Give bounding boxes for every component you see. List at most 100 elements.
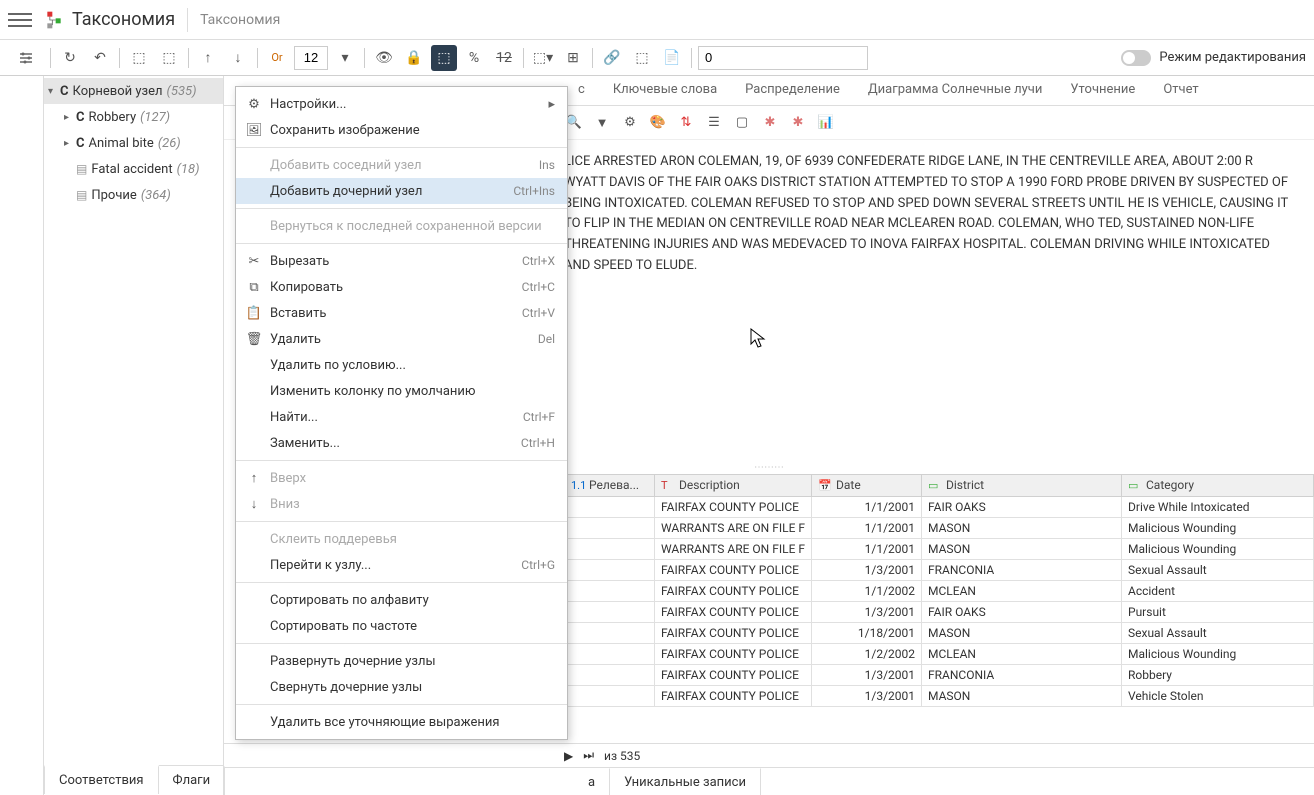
app-icon — [44, 10, 64, 30]
tree-node[interactable]: ▤Fatal accident(18) — [44, 156, 223, 182]
caret-down-icon[interactable]: ▾ — [48, 86, 60, 97]
switch-icon[interactable] — [1121, 50, 1151, 66]
percent-icon[interactable]: % — [461, 45, 487, 71]
arrow-up-icon[interactable]: ↑ — [195, 45, 221, 71]
context-menu-item[interactable]: 📋ВставитьCtrl+V — [236, 300, 567, 326]
star1-icon[interactable]: ✱ — [760, 113, 780, 133]
separator — [236, 243, 567, 244]
table-row[interactable]: FAIRFAX COUNTY POLICE1/3/2001FRANCONIARo… — [565, 665, 1314, 686]
context-menu-item[interactable]: Перейти к узлу...Ctrl+G — [236, 552, 567, 578]
paste-icon: 📋 — [244, 306, 264, 321]
table-row[interactable]: FAIRFAX COUNTY POLICE1/3/2001FRANCONIASe… — [565, 560, 1314, 581]
separator — [236, 704, 567, 705]
context-menu-item[interactable]: 🗑УдалитьDel — [236, 326, 567, 352]
table-row[interactable]: WARRANTS ARE ON FILE F1/1/2001MASONMalic… — [565, 539, 1314, 560]
add-doc-icon[interactable]: 📄 — [659, 45, 685, 71]
context-menu: ⚙Настройки...▸🖼Сохранить изображение Доба… — [235, 86, 568, 740]
table-row[interactable]: FAIRFAX COUNTY POLICE1/1/2002MCLEANAccid… — [565, 581, 1314, 602]
tab-report[interactable]: Отчет — [1149, 76, 1212, 105]
refresh-icon[interactable]: ↻ — [57, 45, 83, 71]
pager-last-icon[interactable]: ⏭ — [583, 748, 594, 763]
table-row[interactable]: FAIRFAX COUNTY POLICE1/2/2002MCLEANMalic… — [565, 644, 1314, 665]
table-row[interactable]: FAIRFAX COUNTY POLICE1/1/2001FAIR OAKSDr… — [565, 497, 1314, 518]
sort-icon[interactable]: ⇅ — [676, 113, 696, 133]
star2-icon[interactable]: ✱ — [788, 113, 808, 133]
calendar-icon[interactable]: 12 — [491, 45, 517, 71]
palette-icon[interactable]: 🎨 — [648, 113, 668, 133]
grid-icon[interactable]: ⊞ — [560, 45, 586, 71]
cut-icon: ✂ — [244, 254, 264, 269]
hierarchy-icon[interactable]: ⬚▾ — [530, 45, 556, 71]
btab-unique[interactable]: Уникальные записи — [610, 768, 761, 795]
edit-mode-toggle[interactable]: Режим редактирования — [1121, 50, 1306, 66]
lock-icon[interactable]: 🔒 — [401, 45, 427, 71]
separator — [236, 643, 567, 644]
tree-node[interactable]: ▸CAnimal bite(26) — [44, 130, 223, 156]
table-row[interactable]: FAIRFAX COUNTY POLICE1/3/2001MASONVehicl… — [565, 686, 1314, 707]
col-date[interactable]: 📅Date — [812, 475, 922, 497]
filter-icon[interactable]: ▼ — [592, 113, 612, 133]
context-menu-item[interactable]: Удалить все уточняющие выражения — [236, 709, 567, 735]
tab-c[interactable]: с — [564, 76, 599, 105]
col-category[interactable]: ▭Category — [1122, 475, 1314, 497]
context-menu-item[interactable]: 🖼Сохранить изображение — [236, 117, 567, 143]
context-menu-item[interactable]: Удалить по условию... — [236, 352, 567, 378]
font-size-input[interactable] — [294, 46, 328, 70]
number-input[interactable] — [698, 46, 868, 70]
separator — [236, 147, 567, 148]
tab-keywords[interactable]: Ключевые слова — [599, 76, 731, 105]
context-menu-item[interactable]: Найти...Ctrl+F — [236, 404, 567, 430]
pager-next-icon[interactable]: ▶ — [564, 749, 573, 763]
tab-distribution[interactable]: Распределение — [731, 76, 854, 105]
col-relevance[interactable]: 1.1Релева... — [565, 475, 655, 497]
context-menu-item[interactable]: Добавить дочерний узелCtrl+Ins — [236, 178, 567, 204]
context-menu-item[interactable]: Изменить колонку по умолчанию — [236, 378, 567, 404]
tree-node[interactable]: ▤Прочие(364) — [44, 182, 223, 208]
context-menu-item[interactable]: ✂ВырезатьCtrl+X — [236, 248, 567, 274]
btab-a[interactable]: а — [574, 768, 610, 795]
content-bottom-tabs: а Уникальные записи — [224, 767, 1314, 795]
tab-sunburst[interactable]: Диаграмма Солнечные лучи — [854, 76, 1056, 105]
tab-flags[interactable]: Флаги — [159, 766, 226, 795]
context-menu-item[interactable]: Свернуть дочерние узлы — [236, 674, 567, 700]
context-menu-item[interactable]: Сортировать по алфавиту — [236, 587, 567, 613]
gear-icon[interactable]: ⚙ — [620, 113, 640, 133]
context-menu-item: ↑Вверх — [236, 465, 567, 491]
tree-root-node[interactable]: ▾ C Корневой узел (535) — [44, 78, 223, 104]
context-menu-item[interactable]: ⧉КопироватьCtrl+C — [236, 274, 567, 300]
window-icon[interactable]: ▢ — [732, 113, 752, 133]
settings-icon[interactable] — [13, 45, 39, 71]
context-menu-item[interactable]: Заменить...Ctrl+H — [236, 430, 567, 456]
col-district[interactable]: ▭District — [922, 475, 1122, 497]
table-row[interactable]: FAIRFAX COUNTY POLICE1/3/2001FAIR OAKSPu… — [565, 602, 1314, 623]
hamburger-menu[interactable] — [8, 8, 32, 32]
expand-icon[interactable]: ⬚ — [126, 45, 152, 71]
context-menu-item[interactable]: Сортировать по частоте — [236, 613, 567, 639]
context-menu-item[interactable]: Развернуть дочерние узлы — [236, 648, 567, 674]
tab-refinement[interactable]: Уточнение — [1056, 76, 1149, 105]
chart-icon[interactable]: 📊 — [816, 113, 836, 133]
undo-icon[interactable]: ↶ — [87, 45, 113, 71]
link-icon[interactable]: 🔗 — [599, 45, 625, 71]
caret-right-icon[interactable]: ▸ — [64, 112, 76, 123]
sidebar: ▾ C Корневой узел (535) ▸CRobbery(127)▸C… — [44, 76, 224, 795]
col-description[interactable]: TDescription — [655, 475, 812, 497]
eye-icon[interactable]: 👁 — [371, 45, 397, 71]
tab-matches[interactable]: Соответствия — [44, 765, 159, 794]
table-row[interactable]: WARRANTS ARE ON FILE F1/1/2001MASONMalic… — [565, 518, 1314, 539]
left-gutter — [0, 76, 44, 795]
caret-right-icon[interactable]: ▸ — [64, 138, 76, 149]
toolbar: ↻ ↶ ⬚ ⬚ ↑ ↓ Or ▾ 👁 🔒 ⬚ % 12 ⬚▾ ⊞ 🔗 ⬚ 📄 Р… — [0, 40, 1314, 76]
or-button[interactable]: Or — [264, 45, 290, 71]
list-icon[interactable]: ☰ — [704, 113, 724, 133]
dropdown-icon[interactable]: ▾ — [332, 45, 358, 71]
collapse-icon[interactable]: ⬚ — [156, 45, 182, 71]
tree-mode-icon[interactable]: ⬚ — [431, 45, 457, 71]
table-row[interactable]: FAIRFAX COUNTY POLICE1/18/2001MASONSexua… — [565, 623, 1314, 644]
arrow-down-icon[interactable]: ↓ — [225, 45, 251, 71]
context-menu-item[interactable]: ⚙Настройки...▸ — [236, 91, 567, 117]
tree2-icon[interactable]: ⬚ — [629, 45, 655, 71]
separator — [236, 208, 567, 209]
tree-node[interactable]: ▸CRobbery(127) — [44, 104, 223, 130]
pager: ▶ ⏭ из 535 — [224, 743, 1314, 767]
